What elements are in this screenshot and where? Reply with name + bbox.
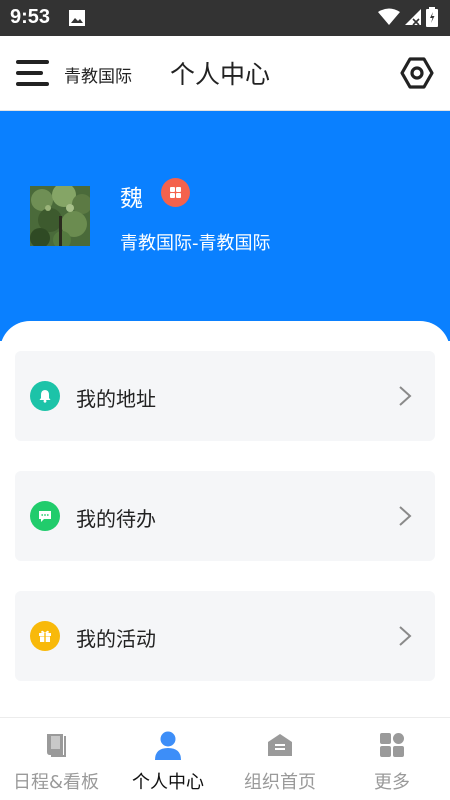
menu-item-label: 我的活动	[76, 627, 156, 651]
menu-item-label: 我的待办	[76, 507, 156, 531]
profile-banner: 魏 青教国际-青教国际	[0, 111, 450, 341]
user-name: 魏	[120, 186, 143, 212]
chevron-right-icon	[397, 384, 413, 408]
chevron-right-icon	[397, 624, 413, 648]
nav-item-more[interactable]: 更多	[336, 718, 448, 800]
app-bar: 青教国际 个人中心	[0, 36, 450, 111]
nav-label: 组织首页	[244, 772, 316, 793]
nav-label: 日程&看板	[12, 772, 100, 793]
menu-item-todo[interactable]: 我的待办	[15, 471, 435, 561]
org-name[interactable]: 青教国际	[64, 62, 132, 87]
avatar[interactable]	[30, 186, 90, 246]
book-icon	[42, 731, 70, 759]
nav-label: 更多	[374, 772, 410, 793]
nav-label: 个人中心	[132, 772, 204, 793]
menu-item-label: 我的地址	[76, 387, 156, 411]
nav-item-profile[interactable]: 个人中心	[112, 718, 224, 800]
user-org: 青教国际-青教国际	[120, 233, 271, 254]
gift-icon	[30, 621, 60, 651]
grid-icon	[378, 731, 406, 759]
image-notification-icon	[68, 9, 86, 31]
wifi-icon	[378, 8, 400, 30]
status-time: 9:53	[10, 6, 51, 28]
settings-icon[interactable]	[399, 55, 435, 91]
chevron-right-icon	[397, 504, 413, 528]
menu-card: 我的地址 我的待办 我的活动	[0, 321, 450, 721]
person-icon	[154, 731, 182, 760]
user-badge-grid-icon	[161, 178, 190, 207]
battery-icon	[426, 7, 438, 31]
status-icons	[378, 7, 438, 31]
bottom-nav: 日程&看板 个人中心 组织首页 更多	[0, 717, 450, 800]
signal-icon	[404, 8, 422, 30]
nav-item-schedule[interactable]: 日程&看板	[0, 718, 112, 800]
nav-item-org-home[interactable]: 组织首页	[224, 718, 336, 800]
bell-icon	[30, 381, 60, 411]
hamburger-menu-icon[interactable]	[16, 58, 50, 88]
menu-item-activity[interactable]: 我的活动	[15, 591, 435, 681]
page-title: 个人中心	[170, 60, 271, 89]
home-icon	[266, 731, 294, 759]
menu-item-address[interactable]: 我的地址	[15, 351, 435, 441]
message-icon	[30, 501, 60, 531]
status-bar: 9:53	[0, 0, 450, 36]
